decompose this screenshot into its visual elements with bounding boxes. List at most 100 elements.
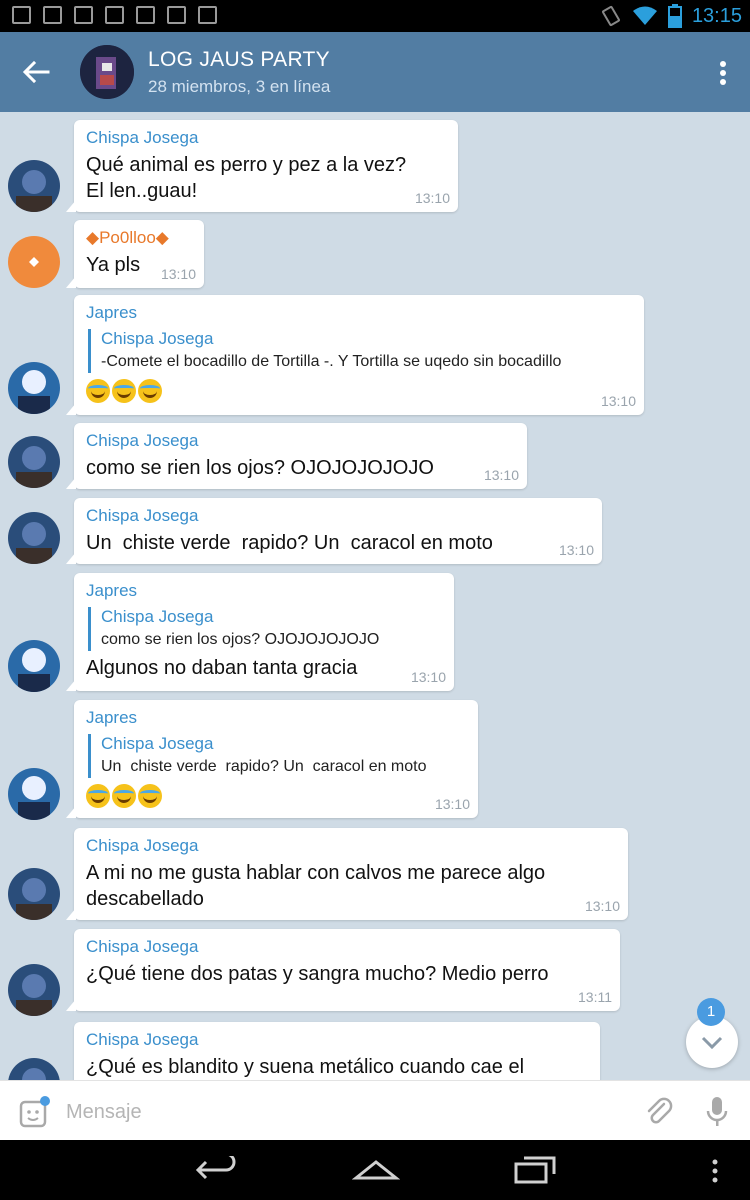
bubble-tail [66, 999, 76, 1011]
message-time: 13:10 [414, 190, 450, 206]
sender-avatar[interactable] [8, 964, 60, 1016]
message-bubble[interactable]: Chispa Josega Qué animal es perro y pez … [66, 120, 458, 212]
message-sender[interactable]: Chispa Josega [86, 937, 608, 957]
laughing-emoji-icon [86, 784, 110, 809]
overflow-menu-icon[interactable] [710, 1158, 720, 1184]
message-time: 13:11 [578, 989, 612, 1005]
laughing-emoji-icon [112, 379, 136, 404]
message-sender[interactable]: Japres [86, 708, 466, 728]
message-text: Un chiste verde rapido? Un caracol en mo… [86, 532, 493, 554]
reply-quote[interactable]: Chispa Josega como se rien los ojos? OJO… [88, 607, 442, 651]
notification-icon [105, 6, 124, 24]
message-bubble[interactable]: ◆Po0lloo◆ Ya pls 13:10 [66, 220, 204, 288]
message-time: 13:10 [584, 898, 620, 914]
message-composer [0, 1080, 750, 1140]
sender-avatar[interactable] [8, 768, 60, 820]
notification-icon [136, 6, 155, 24]
notification-icon [74, 6, 93, 24]
sender-avatar[interactable] [8, 640, 60, 692]
notification-icon [12, 6, 31, 24]
sender-avatar[interactable] [8, 436, 60, 488]
message-text: A mi no me gusta hablar con calvos me pa… [86, 862, 546, 910]
sender-avatar[interactable] [8, 236, 60, 288]
status-bar: 13:15 [0, 0, 750, 32]
message-bubble[interactable]: Japres Chispa Josega como se rien los oj… [66, 573, 454, 691]
sender-avatar[interactable] [8, 512, 60, 564]
message-sender[interactable]: Chispa Josega [86, 431, 515, 451]
message-list[interactable]: Chispa Josega Qué animal es perro y pez … [0, 112, 750, 1080]
message-input[interactable] [66, 1097, 626, 1127]
bubble-tail [66, 908, 76, 920]
system-navigation-bar [0, 1140, 750, 1200]
message-time: 13:10 [558, 542, 594, 558]
bubble-tail [66, 679, 76, 691]
group-avatar[interactable] [80, 45, 134, 99]
clock: 13:15 [691, 4, 742, 27]
message-emojis [86, 377, 632, 404]
message-bubble[interactable]: Chispa Josega ¿Qué tiene dos patas y san… [66, 929, 620, 1011]
recent-apps-icon[interactable] [512, 1154, 560, 1186]
unread-badge: 1 [697, 998, 725, 1026]
message-bubble[interactable]: Chispa Josega como se rien los ojos? OJO… [66, 423, 527, 489]
reply-sender: Chispa Josega [101, 607, 214, 626]
message-sender[interactable]: Chispa Josega [86, 506, 590, 526]
reply-sender: Chispa Josega [101, 329, 214, 348]
microphone-icon[interactable] [704, 1095, 730, 1129]
battery-icon [667, 4, 682, 28]
home-nav-icon[interactable] [352, 1156, 400, 1184]
chat-header: LOG JAUS PARTY 28 miembros, 3 en línea [0, 32, 750, 112]
message-text: Algunos no daban tanta gracia [86, 657, 358, 679]
laughing-emoji-icon [112, 784, 136, 809]
message-bubble[interactable]: Chispa Josega A mi no me gusta hablar co… [66, 828, 628, 920]
message-time: 13:10 [434, 796, 470, 812]
back-arrow-icon[interactable] [20, 56, 52, 88]
back-nav-icon[interactable] [192, 1156, 240, 1184]
sender-avatar[interactable] [8, 1058, 60, 1080]
message-emojis [86, 782, 466, 809]
sender-avatar[interactable] [8, 362, 60, 414]
reply-text: Un chiste verde rapido? Un caracol en mo… [101, 758, 427, 775]
message-time: 13:10 [600, 393, 636, 409]
notification-icons [12, 6, 217, 24]
bubble-tail [66, 200, 76, 212]
chat-subtitle: 28 miembros, 3 en línea [148, 77, 331, 96]
message-bubble[interactable]: Japres Chispa Josega Un chiste verde rap… [66, 700, 478, 818]
message-sender[interactable]: Japres [86, 581, 442, 601]
laughing-emoji-icon [86, 379, 110, 404]
bubble-tail [66, 552, 76, 564]
message-text: ¿Qué tiene dos patas y sangra mucho? Med… [86, 963, 549, 985]
bubble-tail [66, 403, 76, 415]
message-sender[interactable]: Chispa Josega [86, 836, 616, 856]
vibrate-icon [601, 5, 620, 27]
emoji-sticker-icon[interactable] [18, 1095, 52, 1129]
bubble-tail [66, 477, 76, 489]
message-sender[interactable]: Japres [86, 303, 632, 323]
message-time: 13:10 [483, 467, 519, 483]
message-sender[interactable]: Chispa Josega [86, 1030, 588, 1050]
message-sender[interactable]: Chispa Josega [86, 128, 446, 148]
attach-icon[interactable] [642, 1095, 676, 1129]
message-time: 13:10 [160, 266, 196, 282]
message-text: Qué animal es perro y pez a la vez? El l… [86, 154, 407, 202]
notification-icon [167, 6, 186, 24]
reply-text: -Comete el bocadillo de Tortilla -. Y To… [101, 353, 562, 370]
message-bubble[interactable]: Chispa Josega ¿Qué es blandito y suena m… [74, 1022, 600, 1080]
sender-avatar[interactable] [8, 868, 60, 920]
reply-quote[interactable]: Chispa Josega -Comete el bocadillo de To… [88, 329, 632, 373]
message-sender[interactable]: ◆Po0lloo◆ [86, 228, 192, 248]
wifi-icon [632, 6, 657, 25]
notification-icon [198, 6, 217, 24]
chat-title[interactable]: LOG JAUS PARTY [148, 48, 330, 72]
message-bubble[interactable]: Japres Chispa Josega -Comete el bocadill… [66, 295, 644, 415]
bubble-tail [66, 806, 76, 818]
more-options-icon[interactable] [718, 60, 728, 86]
reply-quote[interactable]: Chispa Josega Un chiste verde rapido? Un… [88, 734, 466, 778]
laughing-emoji-icon [138, 379, 162, 404]
reply-sender: Chispa Josega [101, 734, 214, 753]
sender-avatar[interactable] [8, 160, 60, 212]
message-text: ¿Qué es blandito y suena metálico cuando… [86, 1056, 525, 1078]
message-text: como se rien los ojos? OJOJOJOJOJO [86, 457, 434, 479]
laughing-emoji-icon [138, 784, 162, 809]
bubble-tail [66, 276, 76, 288]
message-bubble[interactable]: Chispa Josega Un chiste verde rapido? Un… [66, 498, 602, 564]
